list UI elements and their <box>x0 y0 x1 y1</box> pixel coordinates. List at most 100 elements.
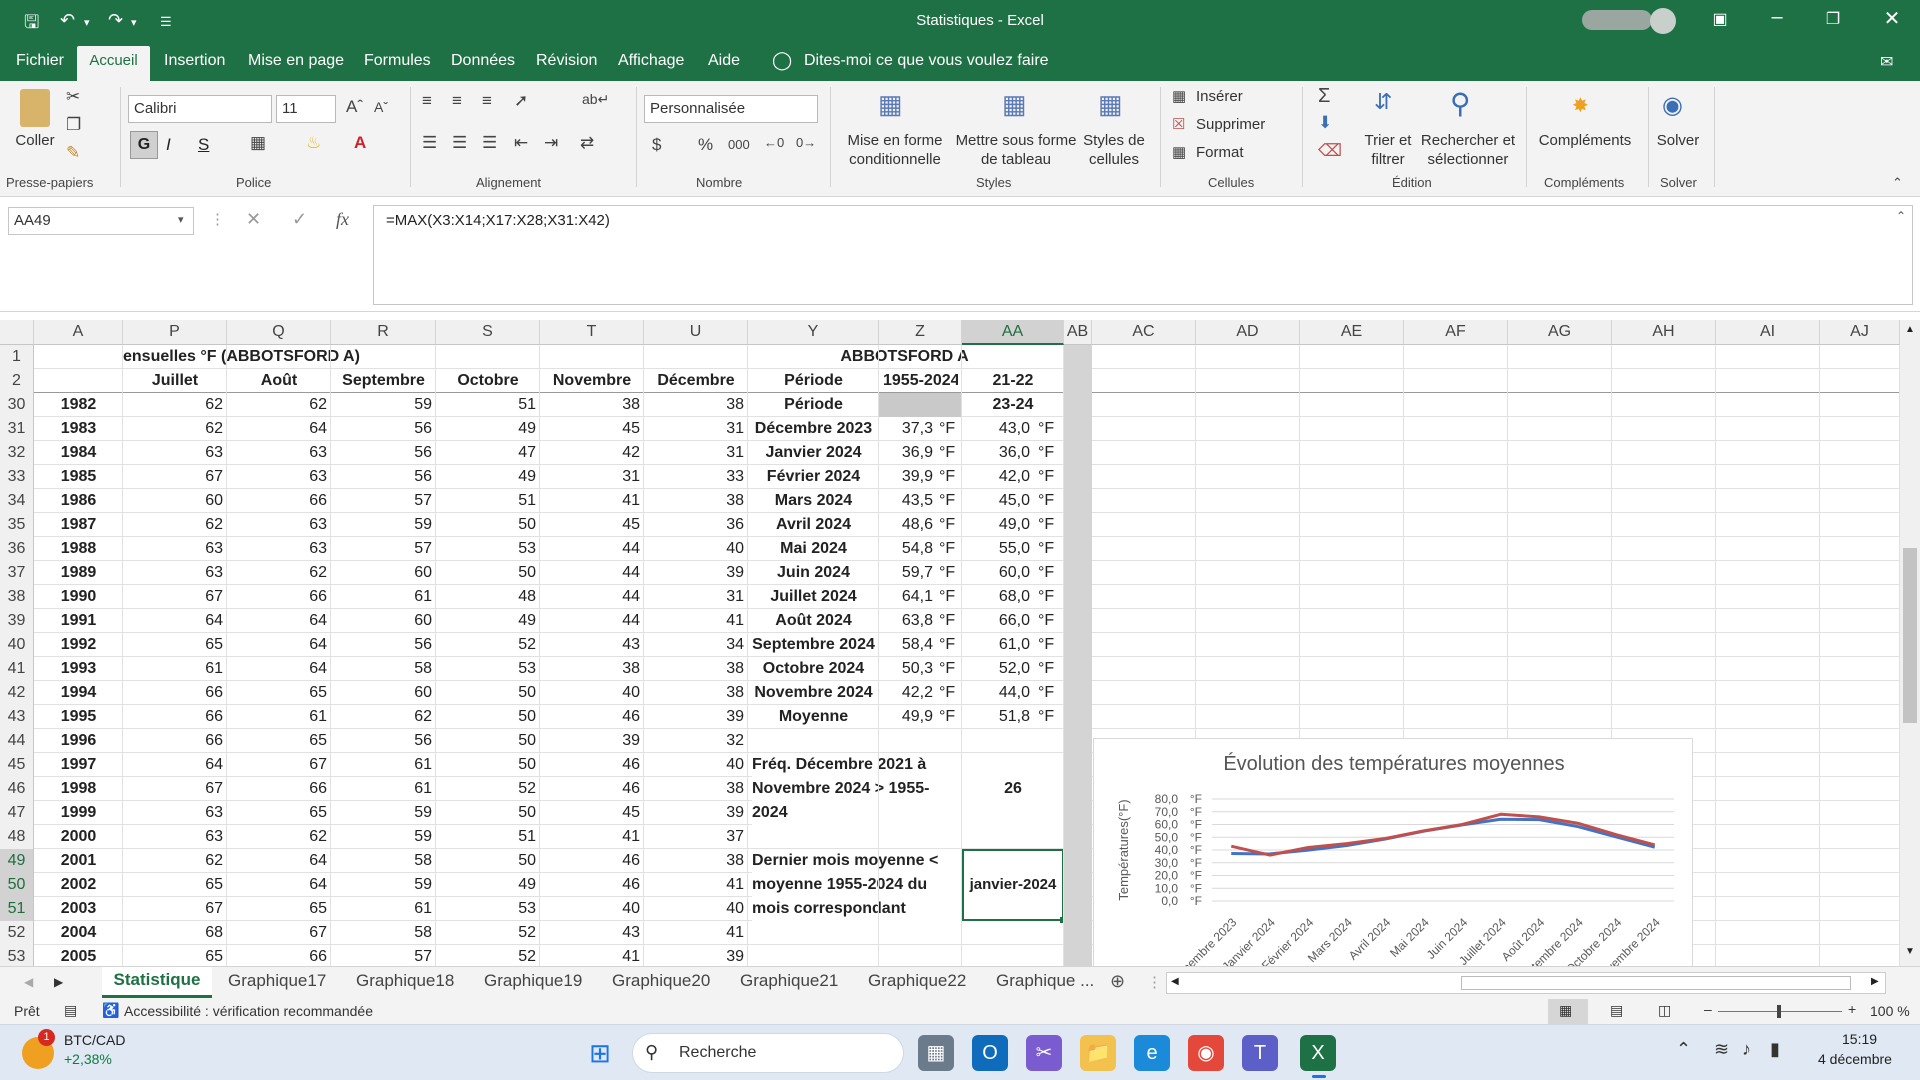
column-header-s[interactable]: S <box>436 320 540 345</box>
value-cell[interactable]: 50 <box>440 705 536 729</box>
period-label[interactable]: Septembre 2024 <box>752 633 875 657</box>
value-cell[interactable]: 60 <box>335 681 432 705</box>
value-cell[interactable]: 67 <box>127 465 223 489</box>
unit-label[interactable]: °F <box>939 657 961 681</box>
last-month-description[interactable]: moyenne 1955-2024 du <box>752 873 962 897</box>
value-cell[interactable]: 61 <box>335 753 432 777</box>
year-cell[interactable]: 1997 <box>38 753 119 777</box>
wifi-icon[interactable]: ≋ <box>1714 1039 1729 1060</box>
value-cell[interactable]: 38 <box>648 681 744 705</box>
value-cell[interactable]: 57 <box>335 489 432 513</box>
value-cell[interactable]: 38 <box>648 657 744 681</box>
ticker-name[interactable]: BTC/CAD <box>64 1032 125 1048</box>
value-cell[interactable]: 46 <box>544 849 640 873</box>
sheet-tab-graphique17[interactable]: Graphique17 <box>228 971 326 991</box>
value-cell[interactable]: 62 <box>127 513 223 537</box>
value-cell[interactable]: 44 <box>544 609 640 633</box>
avg-23-24[interactable]: 51,8 <box>966 705 1030 729</box>
row-header[interactable]: 39 <box>0 609 34 633</box>
value-cell[interactable]: 53 <box>440 537 536 561</box>
unit-label[interactable]: °F <box>939 537 961 561</box>
font-name-select[interactable]: Calibri <box>128 95 272 123</box>
value-cell[interactable]: 60 <box>127 489 223 513</box>
h-scroll-thumb[interactable] <box>1461 976 1851 990</box>
value-cell[interactable]: 64 <box>231 873 327 897</box>
value-cell[interactable]: 38 <box>544 393 640 417</box>
add-sheet-icon[interactable]: ⊕ <box>1110 971 1125 992</box>
formula-input[interactable]: =MAX(X3:X14;X17:X28;X31:X42) <box>373 205 1913 305</box>
unit-label[interactable]: °F <box>1038 681 1060 705</box>
wrap-text-icon[interactable]: ab↵ <box>582 91 609 108</box>
row-header[interactable]: 36 <box>0 537 34 561</box>
value-cell[interactable]: 62 <box>127 417 223 441</box>
value-cell[interactable]: 38 <box>648 777 744 801</box>
row-header[interactable]: 38 <box>0 585 34 609</box>
column-header-af[interactable]: AF <box>1404 320 1508 345</box>
sheet-heading[interactable]: ensuelles °F (ABBOTSFORD A) <box>123 345 523 369</box>
insert-button[interactable]: Insérer <box>1196 87 1243 106</box>
year-cell[interactable]: 2000 <box>38 825 119 849</box>
value-cell[interactable]: 61 <box>335 897 432 921</box>
value-cell[interactable]: 41 <box>544 489 640 513</box>
row-header[interactable]: 2 <box>0 369 34 393</box>
insert-function-button[interactable]: fx <box>336 209 349 230</box>
excel-app-icon[interactable]: X <box>1300 1035 1336 1071</box>
unit-label[interactable]: °F <box>1038 513 1060 537</box>
value-cell[interactable]: 44 <box>544 585 640 609</box>
font-color-icon[interactable]: A <box>354 133 366 153</box>
unit-label[interactable]: °F <box>939 681 961 705</box>
unit-label[interactable]: °F <box>939 633 961 657</box>
close-icon[interactable]: ✕ <box>1872 6 1912 31</box>
row-header[interactable]: 32 <box>0 441 34 465</box>
value-cell[interactable]: 50 <box>440 801 536 825</box>
value-cell[interactable]: 65 <box>127 873 223 897</box>
value-cell[interactable]: 45 <box>544 417 640 441</box>
unit-label[interactable]: °F <box>1038 705 1060 729</box>
value-cell[interactable]: 63 <box>231 513 327 537</box>
row-header[interactable]: 49 <box>0 849 34 873</box>
accessibility-icon[interactable]: ♿ <box>102 1002 119 1019</box>
year-cell[interactable]: 2005 <box>38 945 119 966</box>
tell-me-search[interactable]: Dites-moi ce que vous voulez faire <box>804 52 1049 70</box>
cell-styles-button[interactable]: Styles de cellules <box>1078 131 1150 169</box>
value-cell[interactable]: 68 <box>127 921 223 945</box>
value-cell[interactable]: 31 <box>648 441 744 465</box>
value-cell[interactable]: 38 <box>544 657 640 681</box>
year-cell[interactable]: 1983 <box>38 417 119 441</box>
period-label[interactable]: Moyenne <box>752 705 875 729</box>
value-cell[interactable]: 64 <box>231 657 327 681</box>
next-sheet-icon[interactable]: ▶ <box>54 975 63 989</box>
value-cell[interactable]: 39 <box>648 801 744 825</box>
volume-icon[interactable]: ♪ <box>1742 1039 1751 1060</box>
value-cell[interactable]: 45 <box>544 801 640 825</box>
user-name[interactable] <box>1582 10 1652 30</box>
calculator-app-icon[interactable]: ▦ <box>918 1035 954 1071</box>
avg-23-24[interactable]: 61,0 <box>966 633 1030 657</box>
value-cell[interactable]: 63 <box>127 537 223 561</box>
value-cell[interactable]: 67 <box>127 585 223 609</box>
decrease-indent-icon[interactable]: ⇤ <box>514 133 528 153</box>
value-cell[interactable]: 34 <box>648 633 744 657</box>
row-header[interactable]: 43 <box>0 705 34 729</box>
sort-filter-icon[interactable]: ⇵ <box>1374 89 1392 115</box>
value-cell[interactable]: 65 <box>231 729 327 753</box>
scroll-thumb[interactable] <box>1903 548 1917 723</box>
value-cell[interactable]: 41 <box>648 609 744 633</box>
value-cell[interactable]: 53 <box>440 897 536 921</box>
copy-icon[interactable]: ❐ <box>66 115 81 135</box>
file-explorer-app-icon[interactable]: 📁 <box>1080 1035 1116 1071</box>
avg-1955-2024[interactable]: 49,9 <box>883 705 933 729</box>
value-cell[interactable]: 51 <box>440 489 536 513</box>
sheet-tab-more[interactable]: Graphique ... <box>996 971 1094 991</box>
avg-1955-2024[interactable]: 36,9 <box>883 441 933 465</box>
year-cell[interactable]: 1989 <box>38 561 119 585</box>
year-cell[interactable]: 1986 <box>38 489 119 513</box>
period-label[interactable]: Juin 2024 <box>752 561 875 585</box>
cut-icon[interactable]: ✂ <box>66 87 80 107</box>
taskbar-search[interactable]: ⚲ Recherche <box>632 1033 904 1073</box>
zoom-out-icon[interactable]: – <box>1704 1001 1712 1017</box>
value-cell[interactable]: 65 <box>231 801 327 825</box>
station-heading[interactable]: ABBOTSFORD A <box>752 345 1057 369</box>
vertical-scrollbar[interactable]: ▲ ▼ <box>1900 320 1920 966</box>
value-cell[interactable]: 52 <box>440 921 536 945</box>
